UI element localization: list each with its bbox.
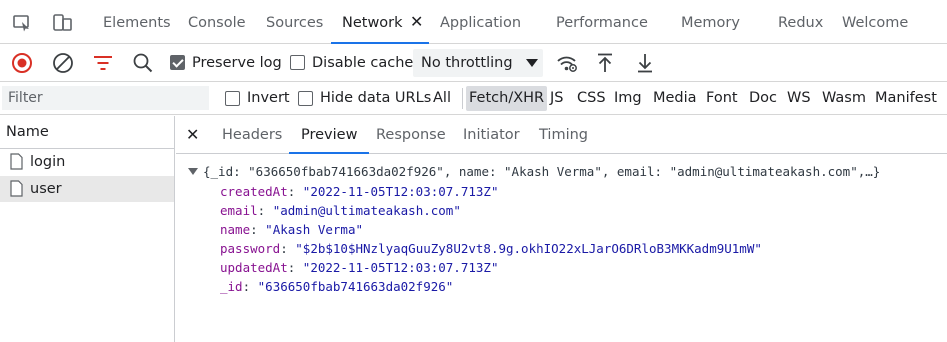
json-colon: : (287, 184, 303, 199)
record-stop-icon[interactable] (11, 52, 33, 74)
tab-network-label: Network (342, 15, 403, 31)
invert-label: Invert (247, 90, 290, 106)
json-property[interactable]: email: "admin@ultimateakash.com" (220, 201, 461, 220)
filter-type-doc[interactable]: Doc (746, 86, 780, 111)
network-toolbar: Preserve log Disable cache No throttling (0, 44, 947, 82)
json-key: email (220, 203, 258, 218)
filter-input[interactable] (2, 86, 209, 110)
filter-type-wasm[interactable]: Wasm (819, 86, 869, 111)
tab-memory[interactable]: Memory (681, 0, 740, 44)
filter-type-ws[interactable]: WS (784, 86, 814, 111)
inspect-element-icon[interactable] (12, 13, 32, 33)
json-key: createdAt (220, 184, 288, 199)
expand-triangle-icon[interactable] (188, 168, 198, 175)
export-har-icon[interactable] (635, 52, 657, 74)
json-colon: : (250, 222, 266, 237)
json-value: "$2b$10$HNzlyaqGuuZy8U2vt8.9g.okhIO22xLJ… (295, 241, 762, 256)
json-key: password (220, 241, 281, 256)
filter-separator (462, 88, 463, 109)
tab-headers[interactable]: Headers (222, 116, 282, 154)
json-colon: : (280, 241, 296, 256)
json-key: name (220, 222, 251, 237)
tab-timing[interactable]: Timing (539, 116, 588, 154)
import-har-icon[interactable] (595, 52, 617, 74)
filter-type-fetch-xhr[interactable]: Fetch/XHR (466, 86, 548, 111)
json-value: "2022-11-05T12:03:07.713Z" (302, 184, 499, 199)
json-property[interactable]: createdAt: "2022-11-05T12:03:07.713Z" (220, 182, 498, 201)
hide-data-urls-checkbox[interactable] (298, 91, 313, 106)
filter-type-font[interactable]: Font (703, 86, 741, 111)
filter-type-css[interactable]: CSS (574, 86, 609, 111)
tab-welcome[interactable]: Welcome (842, 0, 908, 44)
throttling-select[interactable]: No throttling (413, 49, 543, 77)
document-icon (10, 153, 23, 170)
chevron-down-icon (526, 59, 538, 67)
devtools-tab-bar: Elements Console Sources Network ✕ Appli… (0, 0, 947, 44)
json-colon: : (242, 279, 258, 294)
disable-cache-label: Disable cache (312, 55, 414, 71)
filter-type-all[interactable]: All (430, 86, 454, 111)
request-list-panel: Name login user (0, 116, 175, 342)
filter-type-media[interactable]: Media (650, 86, 700, 111)
tab-performance[interactable]: Performance (556, 0, 648, 44)
tab-preview[interactable]: Preview (289, 116, 370, 154)
request-detail-tabs: ✕ Headers Preview Response Initiator Tim… (176, 116, 947, 154)
json-value: "admin@ultimateakash.com" (272, 203, 461, 218)
device-toolbar-icon[interactable] (52, 13, 72, 33)
request-name: login (30, 154, 66, 170)
tab-initiator[interactable]: Initiator (463, 116, 520, 154)
json-property[interactable]: name: "Akash Verma" (220, 220, 363, 239)
filter-bar: Invert Hide data URLs All Fetch/XHR JS C… (0, 82, 947, 115)
json-colon: : (287, 260, 303, 275)
json-key: updatedAt (220, 260, 288, 275)
tab-sources[interactable]: Sources (266, 0, 323, 44)
json-key: _id (220, 279, 243, 294)
disable-cache-checkbox[interactable] (290, 55, 305, 70)
json-property[interactable]: _id: "636650fbab741663da02f926" (220, 277, 453, 296)
search-icon[interactable] (132, 52, 154, 74)
request-row-login[interactable]: login (0, 149, 174, 175)
tab-network-close-icon[interactable]: ✕ (410, 0, 423, 44)
network-conditions-icon[interactable] (555, 52, 577, 74)
filter-type-manifest[interactable]: Manifest (872, 86, 940, 111)
invert-checkbox[interactable] (225, 91, 240, 106)
clear-icon[interactable] (52, 52, 74, 74)
filter-type-js[interactable]: JS (547, 86, 566, 111)
filter-icon[interactable] (92, 52, 114, 74)
json-colon: : (257, 203, 273, 218)
tab-application[interactable]: Application (440, 0, 521, 44)
preserve-log-checkbox[interactable] (170, 55, 185, 70)
request-name: user (30, 181, 62, 197)
name-column-header[interactable]: Name (0, 116, 174, 149)
throttling-value: No throttling (421, 55, 513, 71)
json-value: "Akash Verma" (265, 222, 364, 237)
tab-elements[interactable]: Elements (103, 0, 171, 44)
hide-data-urls-label: Hide data URLs (320, 90, 432, 106)
tab-redux[interactable]: Redux (778, 0, 823, 44)
json-value: "2022-11-05T12:03:07.713Z" (302, 260, 499, 275)
json-property[interactable]: updatedAt: "2022-11-05T12:03:07.713Z" (220, 258, 498, 277)
request-row-user[interactable]: user (0, 176, 174, 202)
tab-response[interactable]: Response (376, 116, 446, 154)
close-icon[interactable]: ✕ (186, 116, 199, 154)
filter-type-img[interactable]: Img (611, 86, 645, 111)
preserve-log-label: Preserve log (192, 55, 282, 71)
json-preview: {_id: "636650fbab741663da02f926", name: … (176, 155, 947, 342)
json-value: "636650fbab741663da02f926" (257, 279, 454, 294)
tab-console[interactable]: Console (188, 0, 246, 44)
json-property[interactable]: password: "$2b$10$HNzlyaqGuuZy8U2vt8.9g.… (220, 239, 762, 258)
document-icon (10, 180, 23, 197)
json-summary-text: {_id: "636650fbab741663da02f926", name: … (203, 164, 881, 179)
json-object-summary[interactable]: {_id: "636650fbab741663da02f926", name: … (188, 162, 880, 181)
